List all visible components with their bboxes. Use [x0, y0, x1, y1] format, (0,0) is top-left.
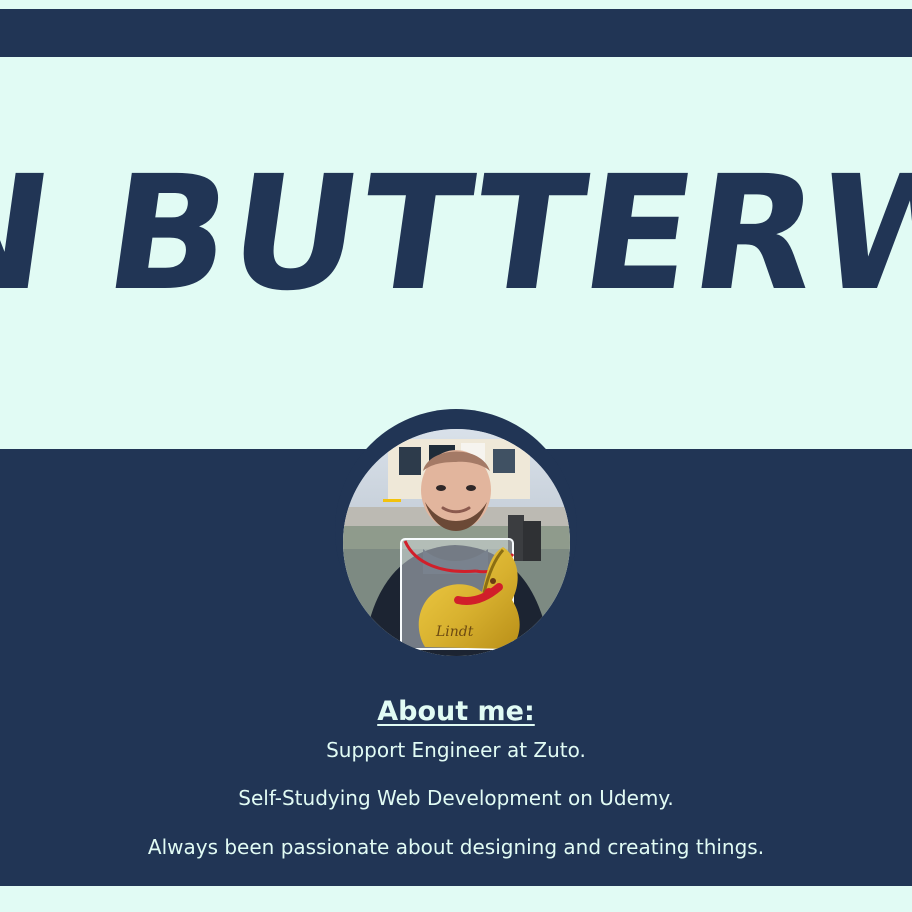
hero-title: N BUTTERW [0, 142, 912, 326]
about-heading: About me: [377, 696, 535, 728]
about-line-3: Always been passionate about designing a… [147, 835, 765, 859]
top-bar [0, 9, 912, 57]
about-line-1: Support Engineer at Zuto. [326, 738, 586, 762]
profile-photo: Lindt [343, 429, 570, 656]
hero-section: N BUTTERW [0, 57, 912, 449]
about-line-2: Self-Studying Web Development on Udemy. [238, 786, 674, 810]
box-label: Lindt [435, 624, 474, 640]
